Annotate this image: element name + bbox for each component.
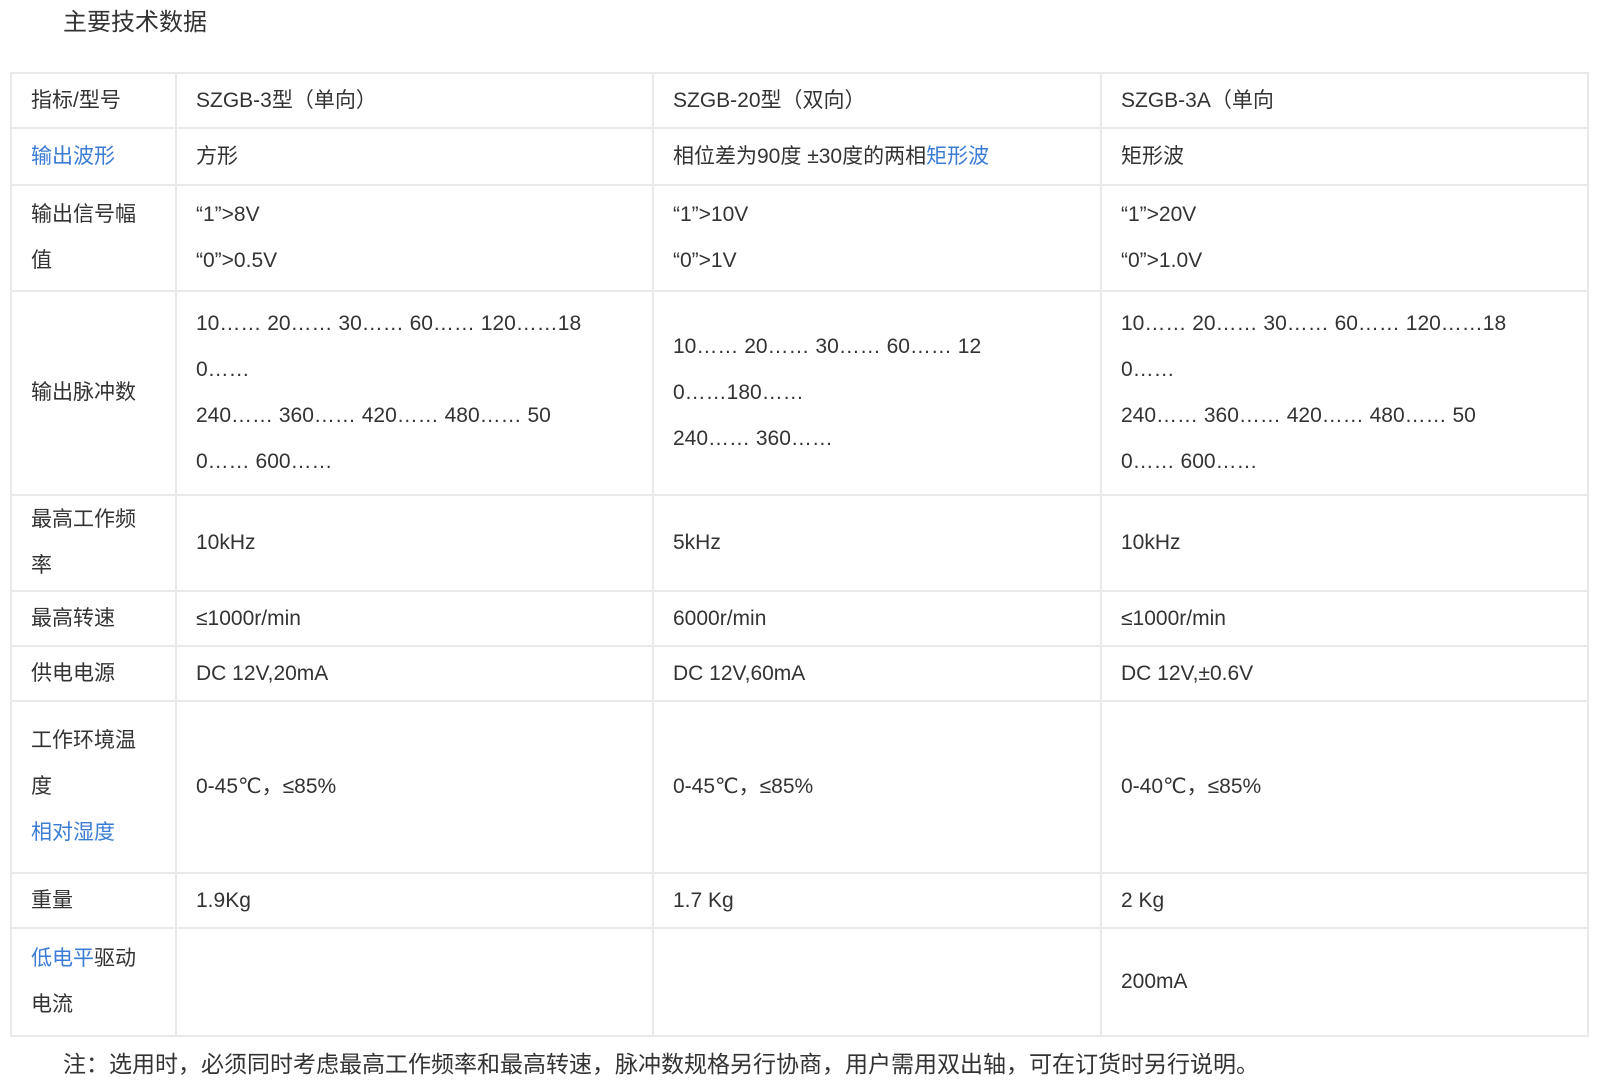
cell-power-szgb20: DC 12V,60mA: [653, 646, 1101, 701]
row-pulse-count: 输出脉冲数 10…… 20…… 30…… 60…… 120……18 0…… 24…: [11, 291, 1588, 495]
row-weight: 重量 1.9Kg 1.7 Kg 2 Kg: [11, 873, 1588, 928]
cell-waveform-szgb20: 相位差为90度 ±30度的两相矩形波: [653, 128, 1101, 185]
row-label-environment: 工作环境温 度 相对湿度: [11, 701, 176, 873]
cell-power-szgb3: DC 12V,20mA: [176, 646, 653, 701]
cell-drive-current-szgb20: [653, 928, 1101, 1036]
row-drive-current: 低电平驱动 电流 200mA: [11, 928, 1588, 1036]
page-title: 主要技术数据: [63, 6, 1605, 40]
col-header-indicator: 指标/型号: [11, 73, 176, 128]
cell-pulse-szgb3a: 10…… 20…… 30…… 60…… 120……18 0…… 240…… 36…: [1101, 291, 1588, 495]
low-level-link[interactable]: 低电平: [31, 947, 94, 970]
output-waveform-link[interactable]: 输出波形: [31, 145, 115, 168]
row-label-weight: 重量: [11, 873, 176, 928]
row-label-drive-current: 低电平驱动 电流: [11, 928, 176, 1036]
row-amplitude: 输出信号幅 值 “1”>8V “0”>0.5V “1”>10V “0”>1V “…: [11, 185, 1588, 291]
rect-wave-link[interactable]: 矩形波: [926, 145, 989, 168]
row-label-amplitude: 输出信号幅 值: [11, 185, 176, 291]
spec-table: 指标/型号 SZGB-3型（单向） SZGB-20型（双向） SZGB-3A（单…: [10, 72, 1589, 1037]
row-label-max-frequency: 最高工作频 率: [11, 495, 176, 591]
row-max-speed: 最高转速 ≤1000r/min 6000r/min ≤1000r/min: [11, 591, 1588, 646]
row-environment: 工作环境温 度 相对湿度 0-45℃，≤85% 0-45℃，≤85% 0-40℃…: [11, 701, 1588, 873]
row-label-max-speed: 最高转速: [11, 591, 176, 646]
cell-amplitude-szgb3: “1”>8V “0”>0.5V: [176, 185, 653, 291]
col-header-szgb20: SZGB-20型（双向）: [653, 73, 1101, 128]
cell-drive-current-szgb3a: 200mA: [1101, 928, 1588, 1036]
cell-power-szgb3a: DC 12V,±0.6V: [1101, 646, 1588, 701]
cell-frequency-szgb20: 5kHz: [653, 495, 1101, 591]
row-label-pulse-count: 输出脉冲数: [11, 291, 176, 495]
header-row: 指标/型号 SZGB-3型（单向） SZGB-20型（双向） SZGB-3A（单…: [11, 73, 1588, 128]
cell-frequency-szgb3a: 10kHz: [1101, 495, 1588, 591]
footnote: 注：选用时，必须同时考虑最高工作频率和最高转速，脉冲数规格另行协商，用户需用双出…: [63, 1046, 1605, 1082]
cell-weight-szgb3: 1.9Kg: [176, 873, 653, 928]
row-max-frequency: 最高工作频 率 10kHz 5kHz 10kHz: [11, 495, 1588, 591]
cell-waveform-szgb3: 方形: [176, 128, 653, 185]
cell-waveform-szgb3a: 矩形波: [1101, 128, 1588, 185]
cell-pulse-szgb20: 10…… 20…… 30…… 60…… 12 0……180…… 240…… 36…: [653, 291, 1101, 495]
cell-amplitude-szgb20: “1”>10V “0”>1V: [653, 185, 1101, 291]
col-header-szgb3a: SZGB-3A（单向: [1101, 73, 1588, 128]
humidity-link[interactable]: 相对湿度: [31, 821, 115, 844]
cell-speed-szgb3a: ≤1000r/min: [1101, 591, 1588, 646]
waveform-phase-text: 相位差为90度 ±30度的两相: [673, 145, 926, 168]
cell-drive-current-szgb3: [176, 928, 653, 1036]
cell-speed-szgb3: ≤1000r/min: [176, 591, 653, 646]
col-header-szgb3: SZGB-3型（单向）: [176, 73, 653, 128]
cell-environment-szgb3a: 0-40℃，≤85%: [1101, 701, 1588, 873]
cell-environment-szgb3: 0-45℃，≤85%: [176, 701, 653, 873]
environment-temp-label: 工作环境温 度: [31, 718, 156, 810]
row-waveform: 输出波形 方形 相位差为90度 ±30度的两相矩形波 矩形波: [11, 128, 1588, 185]
row-label-power-supply: 供电电源: [11, 646, 176, 701]
cell-speed-szgb20: 6000r/min: [653, 591, 1101, 646]
row-power-supply: 供电电源 DC 12V,20mA DC 12V,60mA DC 12V,±0.6…: [11, 646, 1588, 701]
cell-weight-szgb20: 1.7 Kg: [653, 873, 1101, 928]
cell-environment-szgb20: 0-45℃，≤85%: [653, 701, 1101, 873]
cell-amplitude-szgb3a: “1”>20V “0”>1.0V: [1101, 185, 1588, 291]
cell-weight-szgb3a: 2 Kg: [1101, 873, 1588, 928]
cell-pulse-szgb3: 10…… 20…… 30…… 60…… 120……18 0…… 240…… 36…: [176, 291, 653, 495]
cell-frequency-szgb3: 10kHz: [176, 495, 653, 591]
row-label-output-waveform: 输出波形: [11, 128, 176, 185]
